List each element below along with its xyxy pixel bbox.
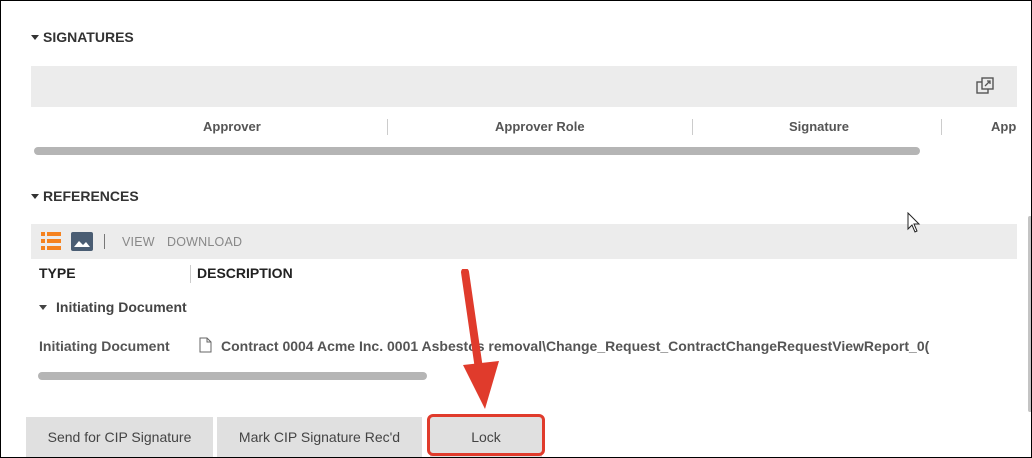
group-label: Initiating Document [56,299,187,315]
file-icon [199,337,212,353]
column-header-description[interactable]: DESCRIPTION [197,265,293,281]
view-link[interactable]: VIEW [122,235,155,249]
chevron-down-icon [31,193,39,199]
image-view-icon[interactable] [71,232,93,251]
mouse-cursor-icon [907,212,921,233]
column-divider[interactable] [692,119,693,135]
column-divider[interactable] [190,265,191,283]
page-frame: SIGNATURES Approver Approver Role Signat… [0,0,1032,458]
column-divider[interactable] [941,119,942,135]
signatures-title: SIGNATURES [43,29,134,45]
reference-description-link[interactable]: Contract 0004 Acme Inc. 0001 Asbestos re… [221,338,929,354]
column-header-approval[interactable]: App [991,119,1016,134]
references-title: REFERENCES [43,188,139,204]
popout-icon[interactable] [976,77,994,95]
lock-button-highlight [427,414,545,456]
toolbar-separator [104,234,105,249]
group-row-initiating-document[interactable]: Initiating Document [39,299,187,315]
chevron-down-icon [39,304,47,310]
references-horizontal-scrollbar[interactable] [38,372,427,380]
column-header-approver[interactable]: Approver [203,119,261,134]
column-header-signature[interactable]: Signature [789,119,849,134]
list-view-icon[interactable] [41,232,61,250]
signatures-section-header[interactable]: SIGNATURES [31,29,134,45]
mark-cip-signature-received-button[interactable]: Mark CIP Signature Rec'd [217,417,422,457]
download-link[interactable]: DOWNLOAD [167,235,242,249]
signatures-grid-header: Approver Approver Role Signature App [31,107,1017,147]
column-header-type[interactable]: TYPE [39,265,76,281]
column-divider[interactable] [387,119,388,135]
chevron-down-icon [31,34,39,40]
vertical-scrollbar[interactable] [1028,216,1031,412]
column-header-approver-role[interactable]: Approver Role [495,119,585,134]
signatures-toolbar [31,66,1017,107]
send-for-cip-signature-button[interactable]: Send for CIP Signature [26,417,213,457]
annotation-arrow [461,269,499,409]
reference-type-cell: Initiating Document [39,338,170,354]
signatures-horizontal-scrollbar[interactable] [34,147,920,155]
references-section-header[interactable]: REFERENCES [31,188,139,204]
